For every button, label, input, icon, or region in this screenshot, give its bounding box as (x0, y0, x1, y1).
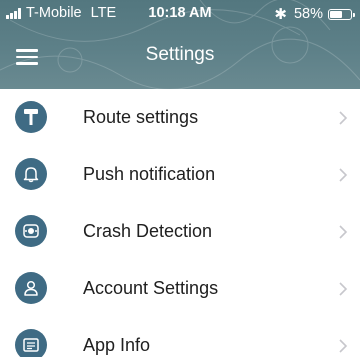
user-icon (15, 272, 47, 304)
settings-item-label: App Info (83, 335, 151, 355)
header-bar: T-Mobile LTE 10:18 AM ✱ 58% Settings (0, 0, 360, 89)
info-card-icon (15, 329, 47, 357)
status-bar: T-Mobile LTE 10:18 AM ✱ 58% (0, 0, 360, 28)
chevron-right-icon (339, 225, 348, 239)
battery-icon (328, 8, 355, 20)
settings-item-label: Route settings (83, 107, 199, 127)
status-right: ✱ 58% (274, 5, 355, 23)
page-title: Settings (145, 44, 215, 65)
chevron-right-icon (339, 339, 348, 353)
settings-item-label: Account Settings (83, 278, 219, 298)
bluetooth-icon: ✱ (274, 6, 287, 23)
settings-list: Route settings Push notification Crash D… (0, 89, 360, 357)
settings-item-push-notification[interactable]: Push notification (0, 146, 360, 203)
route-sign-icon (15, 101, 47, 133)
settings-item-route[interactable]: Route settings (0, 89, 360, 146)
chevron-right-icon (339, 168, 348, 182)
chevron-right-icon (339, 111, 348, 125)
bell-icon (15, 158, 47, 190)
settings-item-label: Push notification (83, 164, 216, 184)
settings-item-crash-detection[interactable]: Crash Detection (0, 203, 360, 260)
battery-percent: 58% (293, 6, 323, 22)
settings-item-label: Crash Detection (83, 221, 213, 241)
settings-item-app-info[interactable]: App Info (0, 317, 360, 357)
battery-fill (330, 10, 342, 18)
crash-icon (15, 215, 47, 247)
chevron-right-icon (339, 282, 348, 296)
settings-item-account-settings[interactable]: Account Settings (0, 260, 360, 317)
